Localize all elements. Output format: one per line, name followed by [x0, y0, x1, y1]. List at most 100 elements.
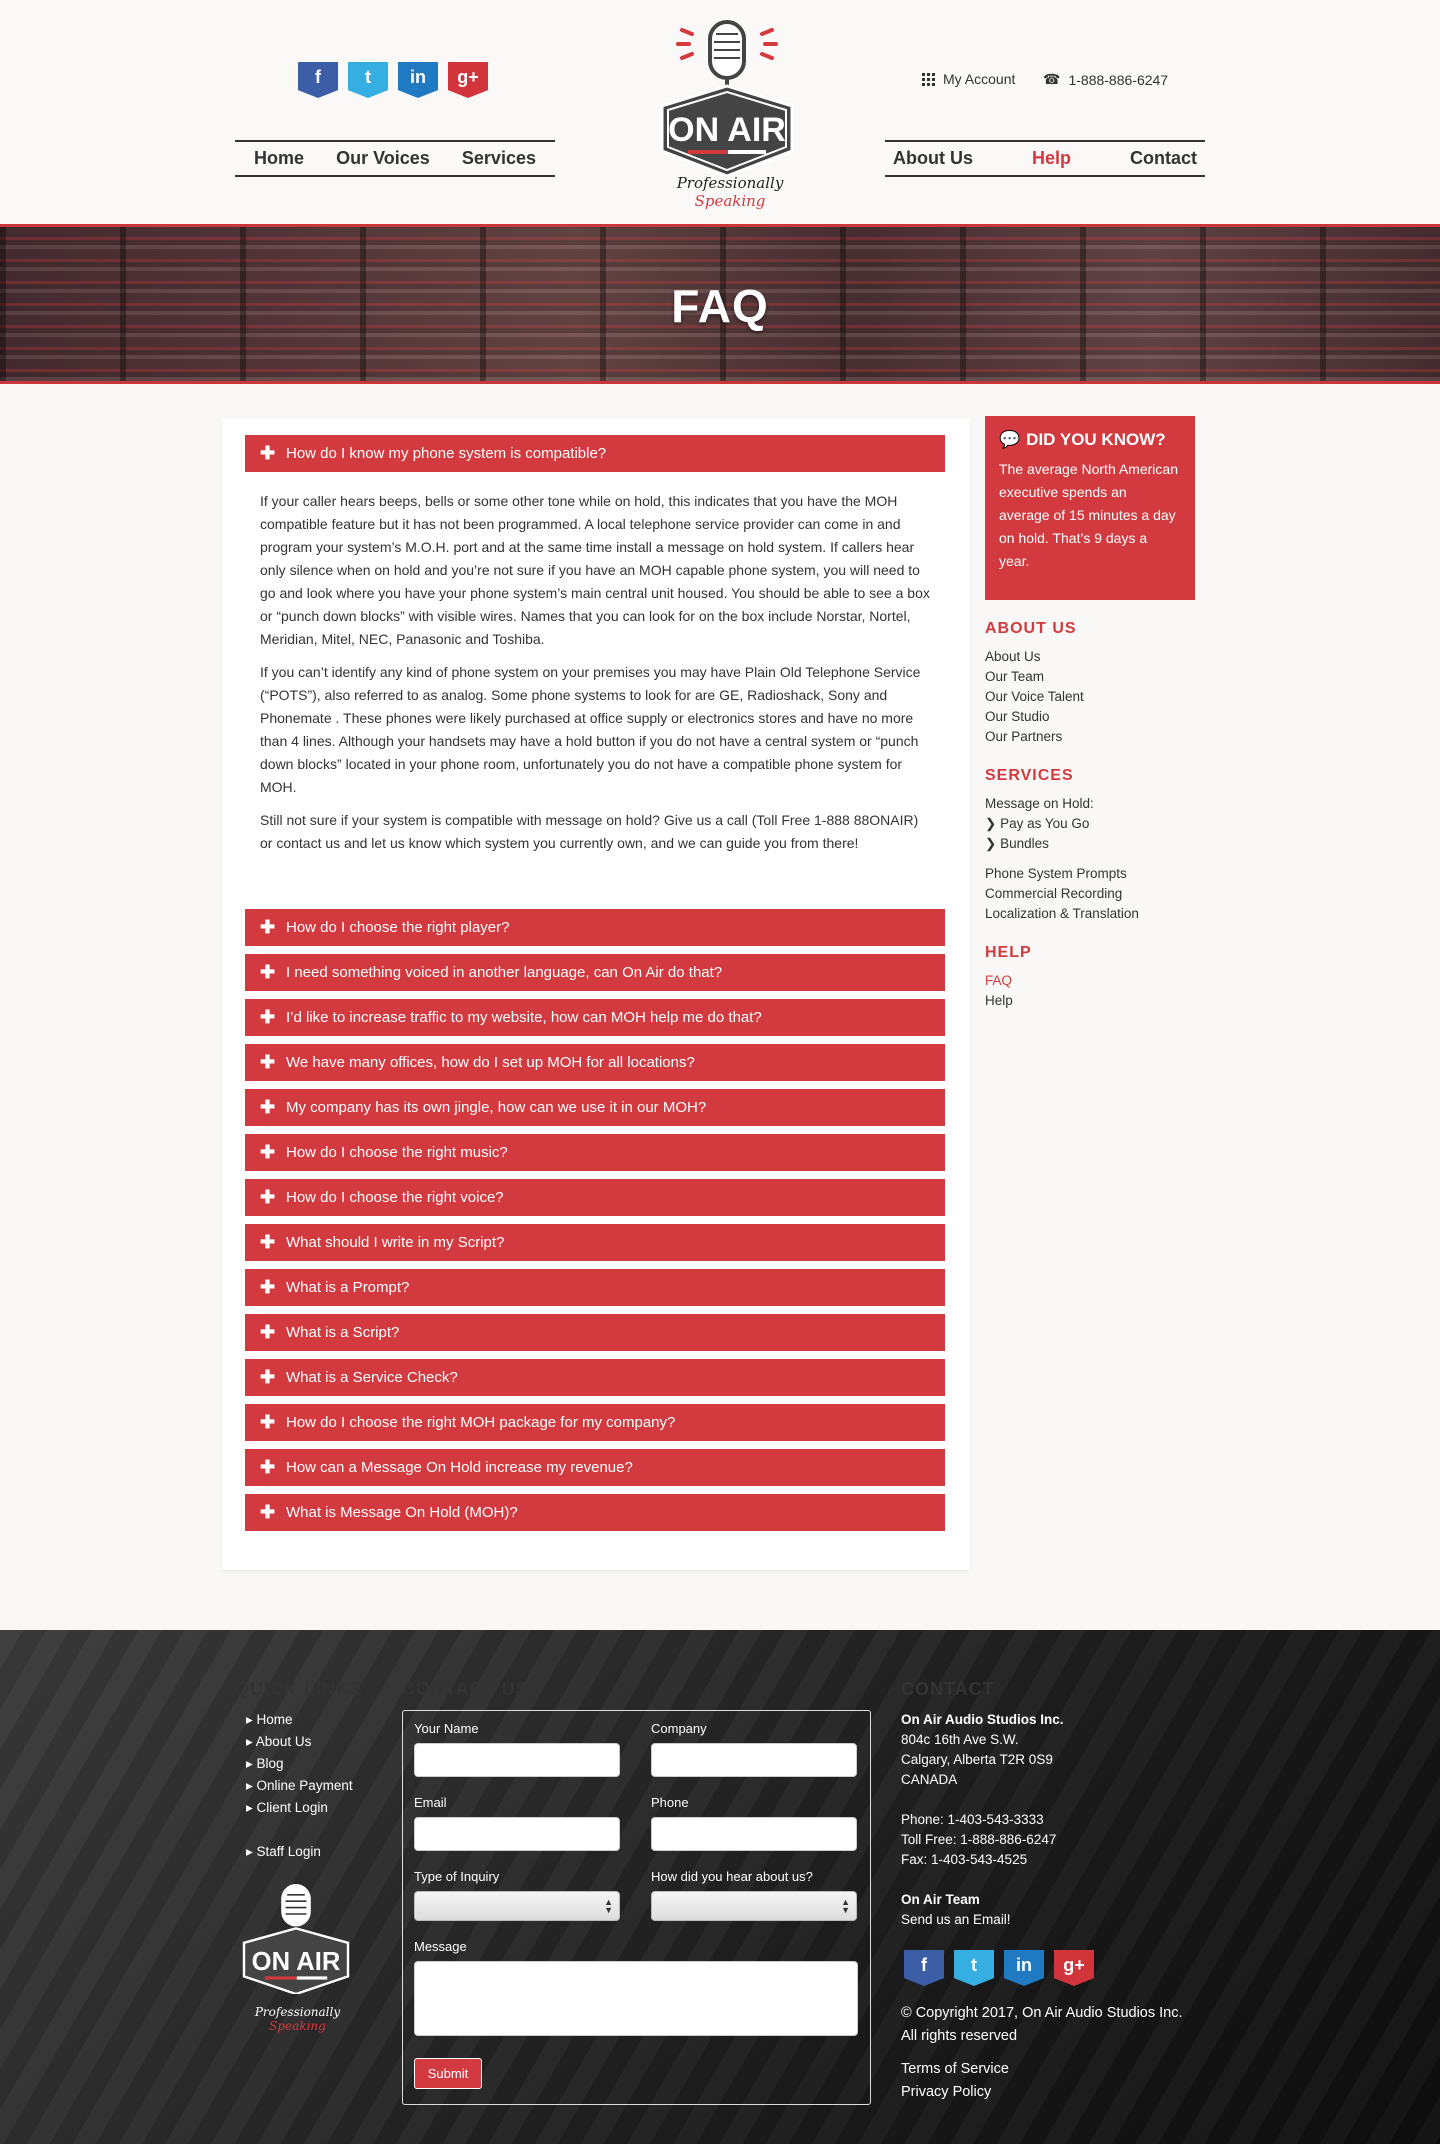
grid-icon	[922, 72, 935, 86]
faq-question-label: What is a Script?	[286, 1324, 400, 1341]
plus-icon: ✚	[260, 1277, 276, 1297]
terms-link[interactable]: Terms of Service	[901, 2059, 1009, 2079]
faq-question[interactable]: ✚ How do I choose the right player?	[245, 909, 945, 946]
faq-question-label: How do I know my phone system is compati…	[286, 445, 607, 462]
plus-icon: ✚	[260, 443, 276, 463]
footer-link-staff-login[interactable]: ▸ Staff Login	[246, 1844, 321, 1860]
address-line-2: Calgary, Alberta T2R 0S9	[901, 1752, 1053, 1767]
did-you-know-box: 💬 DID YOU KNOW? The average North America…	[985, 416, 1195, 600]
faq-question[interactable]: ✚ I need something voiced in another lang…	[245, 954, 945, 991]
my-account-label[interactable]: My Account	[943, 71, 1015, 87]
header-phone-number[interactable]: 1-888-886-6247	[1068, 72, 1168, 88]
faq-question-label: I’d like to increase traffic to my websi…	[286, 1009, 762, 1026]
faq-question-label: What is a Service Check?	[286, 1369, 458, 1386]
faq-question-label: What is a Prompt?	[286, 1279, 410, 1296]
twitter-icon[interactable]: t	[954, 1950, 994, 1986]
faq-question-label: What should I write in my Script?	[286, 1234, 505, 1251]
hear-select[interactable]: ▲ ▼	[651, 1891, 857, 1921]
sidebar-link-voice-talent[interactable]: Our Voice Talent	[985, 689, 1084, 704]
chevron-right-icon: ❯	[985, 816, 997, 831]
google-plus-icon[interactable]: g+	[1054, 1950, 1094, 1986]
plus-icon: ✚	[260, 1007, 276, 1027]
email-input[interactable]	[414, 1817, 620, 1851]
sidebar-link-pay-as-you-go[interactable]: ❯ Pay as You Go	[985, 816, 1089, 832]
privacy-link[interactable]: Privacy Policy	[901, 2082, 991, 2102]
did-you-know-title: DID YOU KNOW?	[1026, 430, 1166, 449]
plus-icon: ✚	[260, 1097, 276, 1117]
tagline-speaking: Speaking	[694, 192, 766, 210]
faq-question[interactable]: ✚ What is a Script?	[245, 1314, 945, 1351]
inquiry-select[interactable]: ▲ ▼	[414, 1891, 620, 1921]
contact-phone: Phone: 1-403-543-3333	[901, 1812, 1044, 1827]
footer-link-payment[interactable]: ▸ Online Payment	[246, 1778, 353, 1794]
your-name-input[interactable]	[414, 1743, 620, 1777]
faq-question[interactable]: ✚ How can a Message On Hold increase my r…	[245, 1449, 945, 1486]
faq-question[interactable]: ✚ I’d like to increase traffic to my webs…	[245, 999, 945, 1036]
faq-question[interactable]: ✚ What is a Prompt?	[245, 1269, 945, 1306]
sidebar-link-our-partners[interactable]: Our Partners	[985, 729, 1062, 744]
twitter-icon[interactable]: t	[348, 62, 388, 98]
linkedin-icon[interactable]: in	[398, 62, 438, 98]
footer-quick-links-title: QUICK LINKS	[235, 1679, 363, 1699]
label-message: Message	[414, 1939, 467, 1954]
footer-contact-us-title: CONTACT US	[402, 1679, 529, 1699]
sidebar-link-our-team[interactable]: Our Team	[985, 669, 1044, 684]
submit-button[interactable]: Submit	[414, 2058, 482, 2089]
faq-question[interactable]: ✚ How do I choose the right music?	[245, 1134, 945, 1171]
footer-link-client-login[interactable]: ▸ Client Login	[246, 1800, 328, 1816]
footer-tagline: Professionally Speaking	[254, 2005, 341, 2033]
nav-our-voices[interactable]: Our Voices	[336, 148, 430, 169]
my-account-link[interactable]: My Account	[922, 71, 1015, 87]
footer-link-blog[interactable]: ▸ Blog	[246, 1756, 284, 1772]
on-air-logo[interactable]: ON AIR	[652, 16, 802, 196]
label-inquiry: Type of Inquiry	[414, 1869, 500, 1884]
team-title: On Air Team	[901, 1892, 980, 1907]
faq-question[interactable]: ✚ How do I choose the right MOH package f…	[245, 1404, 945, 1441]
faq-question[interactable]: ✚ What should I write in my Script?	[245, 1224, 945, 1261]
faq-question[interactable]: ✚ How do I choose the right voice?	[245, 1179, 945, 1216]
company-name: On Air Audio Studios Inc.	[901, 1712, 1064, 1727]
message-textarea[interactable]	[414, 1961, 858, 2036]
facebook-icon[interactable]: f	[904, 1950, 944, 1986]
faq-answer-paragraph: Still not sure if your system is compati…	[260, 812, 919, 851]
footer-link-about[interactable]: ▸ About Us	[246, 1734, 311, 1750]
phone-input[interactable]	[651, 1817, 857, 1851]
contact-toll-free: Toll Free: 1-888-886-6247	[901, 1832, 1057, 1847]
sidebar-link-commercial[interactable]: Commercial Recording	[985, 886, 1122, 901]
nav-home[interactable]: Home	[254, 148, 304, 169]
sidebar-link-about-us[interactable]: About Us	[985, 649, 1041, 664]
footer-social-links: f t in g+	[904, 1950, 1094, 1986]
sidebar-link-faq[interactable]: FAQ	[985, 973, 1012, 988]
faq-question-open[interactable]: ✚ How do I know my phone system is compa…	[245, 435, 945, 472]
plus-icon: ✚	[260, 1187, 276, 1207]
faq-question[interactable]: ✚ What is Message On Hold (MOH)?	[245, 1494, 945, 1531]
sidebar-moh-label: Message on Hold:	[985, 796, 1094, 811]
sidebar-link-help[interactable]: Help	[985, 993, 1013, 1008]
linkedin-icon[interactable]: in	[1004, 1950, 1044, 1986]
footer-logo[interactable]: ON AIR	[236, 1882, 356, 1994]
facebook-icon[interactable]: f	[298, 62, 338, 98]
sidebar-link-localization[interactable]: Localization & Translation	[985, 906, 1139, 921]
company-input[interactable]	[651, 1743, 857, 1777]
label-phone: Phone	[651, 1795, 689, 1810]
logo-tagline: Professionally Speaking	[645, 174, 815, 210]
nav-help[interactable]: Help	[1032, 148, 1071, 169]
header-phone[interactable]: ☎ 1-888-886-6247	[1043, 71, 1168, 88]
faq-question[interactable]: ✚ My company has its own jingle, how can …	[245, 1089, 945, 1126]
faq-question-label: How do I choose the right voice?	[286, 1189, 504, 1206]
faq-question[interactable]: ✚ We have many offices, how do I set up M…	[245, 1044, 945, 1081]
sidebar-link-bundles[interactable]: ❯ Bundles	[985, 836, 1049, 852]
footer-link-home[interactable]: ▸ Home	[246, 1712, 293, 1728]
site-header: f t in g+ Home Our Voices Services ON AI…	[0, 0, 1440, 224]
sidebar-link-our-studio[interactable]: Our Studio	[985, 709, 1050, 724]
main-nav-left: Home Our Voices Services	[235, 140, 555, 177]
nav-contact[interactable]: Contact	[1130, 148, 1197, 169]
nav-about-us[interactable]: About Us	[893, 148, 973, 169]
team-email-link[interactable]: Send us an Email!	[901, 1910, 1011, 1930]
contact-fax: Fax: 1-403-543-4525	[901, 1852, 1028, 1867]
nav-services[interactable]: Services	[462, 148, 536, 169]
copyright-text: © Copyright 2017, On Air Audio Studios I…	[901, 2005, 1183, 2021]
google-plus-icon[interactable]: g+	[448, 62, 488, 98]
faq-question[interactable]: ✚ What is a Service Check?	[245, 1359, 945, 1396]
sidebar-link-prompts[interactable]: Phone System Prompts	[985, 866, 1127, 881]
